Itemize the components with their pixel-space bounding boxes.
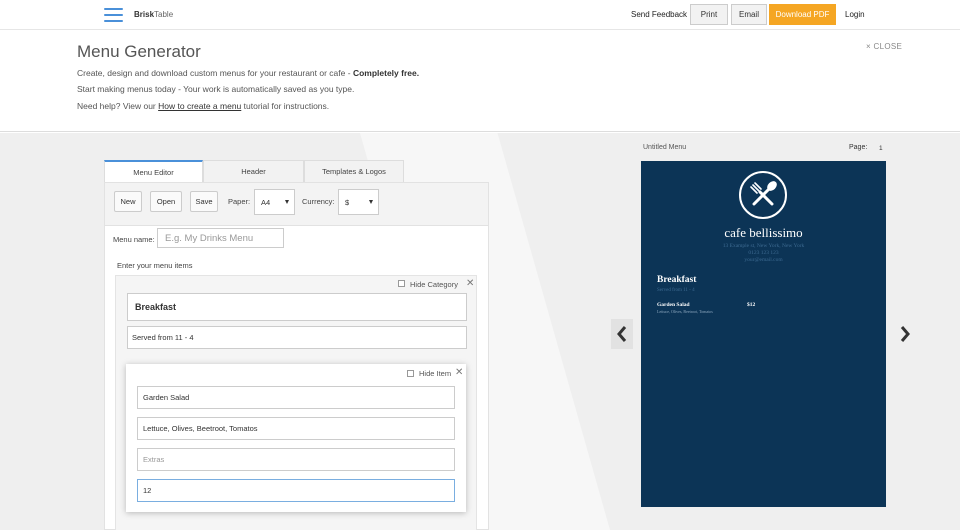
paper-label: Paper: [228,197,251,206]
tab-header[interactable]: Header [203,160,304,182]
email-button[interactable]: Email [731,4,767,25]
brand-name: Brisk [134,10,155,19]
open-button[interactable]: Open [150,191,182,212]
item-description-input[interactable]: Lettuce, Olives, Beetroot, Tomatos [137,417,455,440]
brand-logo[interactable]: BriskTable [134,10,173,19]
intro-line-3: Need help? View our How to create a menu… [77,101,329,111]
brand-name-suffix: Table [154,10,174,19]
menu-preview-page: cafe bellissimo 13 Example st, New York,… [641,161,886,507]
tutorial-link[interactable]: How to create a menu [158,101,241,111]
intro-line-2: Start making menus today - Your work is … [77,84,355,94]
hide-category-label: Hide Category [410,280,458,289]
preview-item-price: $12 [747,302,756,308]
intro-line-3-text: Need help? View our [77,101,159,111]
currency-value: $ [345,197,350,207]
close-intro-button[interactable]: × CLOSE [866,42,902,51]
workspace: Menu Editor Header Templates & Logos New… [0,133,960,530]
chevron-down-icon [369,200,373,204]
currency-label: Currency: [302,197,335,206]
page-number: 1 [879,145,883,152]
tab-menu-editor[interactable]: Menu Editor [104,160,203,182]
chevron-down-icon [285,200,289,204]
menu-name-input[interactable]: E.g. My Drinks Menu [157,228,284,248]
tab-templates-logos[interactable]: Templates & Logos [304,160,404,182]
items-heading: Enter your menu items [117,261,193,270]
preview-item-description: Lettuce, Olives, Beetroot, Tomatos [657,309,713,314]
item-price-input[interactable]: 12 [137,479,455,502]
paper-value: A4 [261,197,271,207]
paper-select[interactable]: A4 [254,189,295,215]
menu-name-label: Menu name: [113,235,155,244]
save-button[interactable]: Save [190,191,218,212]
preview-title: Untitled Menu [643,144,687,151]
category-name-input[interactable]: Breakfast [127,293,467,321]
restaurant-address: 13 Example st, New York, New York [722,243,805,249]
page-label: Page: [849,144,868,151]
menu-item-card: Hide Item ✕ Garden Salad Lettuce, Olives… [126,364,466,512]
top-bar: BriskTable Send Feedback Print Email Dow… [0,0,960,30]
hide-item-label: Hide Item [419,369,452,378]
spoon-fork-icon [739,171,787,219]
chevron-left-icon[interactable] [611,319,633,349]
intro-section: Menu Generator Create, design and downlo… [0,31,960,132]
category-description-input[interactable]: Served from 11 - 4 [127,326,467,349]
restaurant-name: cafe bellissimo [724,225,803,240]
preview-category-description: Served from 11 - 4 [657,288,695,293]
hamburger-menu-icon[interactable] [104,8,123,22]
download-pdf-button[interactable]: Download PDF [769,4,836,25]
restaurant-phone: 0123 123 123 [748,250,779,256]
login-link[interactable]: Login [845,10,865,19]
send-feedback-link[interactable]: Send Feedback [631,10,687,19]
restaurant-email: your@email.com [744,257,783,263]
new-button[interactable]: New [114,191,142,212]
menu-editor-panel: New Open Save Paper: A4 Currency: $ Menu… [104,182,489,530]
print-button[interactable]: Print [690,4,728,25]
chevron-right-icon[interactable] [894,319,916,349]
page-title: Menu Generator [77,42,201,61]
intro-line-1-text: Create, design and download custom menus… [77,68,353,78]
intro-line-1: Create, design and download custom menus… [77,68,419,78]
preview-category-name: Breakfast [657,275,697,285]
category-block: Hide Category ✕ Breakfast Served from 11… [115,275,477,530]
intro-line-3-suffix: tutorial for instructions. [241,101,330,111]
editor-tabs: Menu Editor Header Templates & Logos [104,160,404,182]
currency-select[interactable]: $ [338,189,379,215]
hide-item-checkbox[interactable] [407,370,414,377]
hide-category-checkbox[interactable] [398,280,405,287]
intro-line-1-bold: Completely free. [352,68,420,78]
item-name-input[interactable]: Garden Salad [137,386,455,409]
preview-item-name: Garden Salad [657,302,690,308]
editor-toolbar: New Open Save Paper: A4 Currency: $ [105,183,488,226]
close-icon[interactable]: ✕ [455,368,463,378]
close-icon[interactable]: ✕ [466,279,474,289]
item-extras-input[interactable]: Extras [137,448,455,471]
